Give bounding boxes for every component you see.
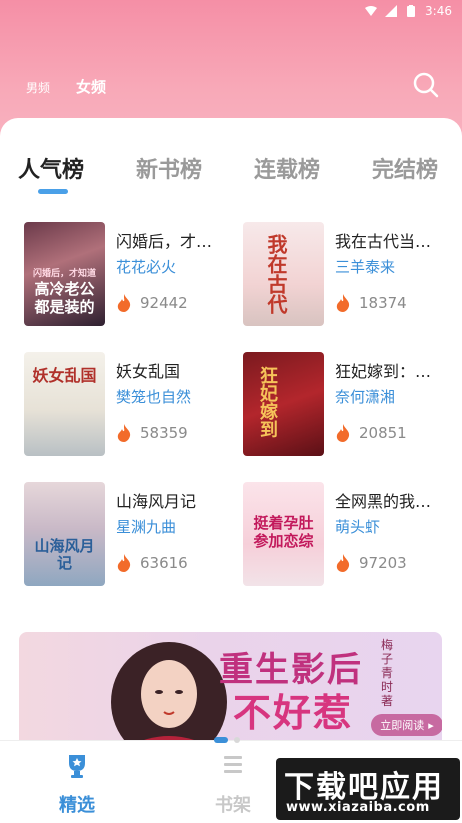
tab-popular[interactable]: 人气榜 xyxy=(18,152,84,192)
tab-new-books[interactable]: 新书榜 xyxy=(136,152,202,192)
wifi-icon xyxy=(365,5,378,17)
cover-title: 妖女乱国 xyxy=(32,366,97,385)
search-button[interactable] xyxy=(412,71,440,99)
tab-completed[interactable]: 完结榜 xyxy=(372,152,438,192)
watermark-url: www.xiazaiba.com xyxy=(286,800,430,815)
nav-label-bookshelf: 书架 xyxy=(215,795,251,816)
cover-title: 高冷老公都是装的 xyxy=(34,280,95,316)
watermark: 下载吧应用 www.xiazaiba.com xyxy=(276,758,460,820)
fire-icon xyxy=(117,424,131,442)
book-author[interactable]: 奈何潇湘 xyxy=(335,386,395,407)
play-arrow-icon: ▸ xyxy=(428,718,434,732)
heat-value: 58359 xyxy=(140,424,188,442)
gender-tabs: 男频 女频 xyxy=(26,76,106,97)
book-item[interactable]: 我在古代 我在古代当… 三羊泰来 18374 xyxy=(243,222,453,327)
tab-female[interactable]: 女频 xyxy=(76,76,106,97)
status-time: 3:46 xyxy=(425,4,452,18)
book-heat: 92442 xyxy=(116,294,188,312)
heat-value: 92442 xyxy=(140,294,188,312)
book-item[interactable]: 挺着孕肚参加恋综 全网黑的我… 萌头虾 97203 xyxy=(243,482,453,587)
book-item[interactable]: 闪婚后，才知道 高冷老公都是装的 闪婚后，才… 花花必火 92442 xyxy=(24,222,234,327)
cover-title: 山海风月记 xyxy=(34,537,95,572)
status-bar: 3:46 xyxy=(0,0,462,22)
signal-icon xyxy=(385,5,398,17)
pagination-dot-active[interactable] xyxy=(214,737,228,743)
book-heat: 63616 xyxy=(116,554,188,572)
book-item[interactable]: 狂妃嫁到 狂妃嫁到：… 奈何潇湘 20851 xyxy=(243,352,453,457)
book-heat: 97203 xyxy=(335,554,407,572)
book-heat: 18374 xyxy=(335,294,407,312)
book-title[interactable]: 闪婚后，才… xyxy=(116,228,228,252)
book-item[interactable]: 山海风月记 山海风月记 星渊九曲 63616 xyxy=(24,482,234,587)
book-cover[interactable]: 闪婚后，才知道 高冷老公都是装的 xyxy=(24,222,105,326)
book-title[interactable]: 妖女乱国 xyxy=(116,358,228,382)
cover-title: 挺着孕肚参加恋综 xyxy=(253,514,314,550)
heat-value: 63616 xyxy=(140,554,188,572)
search-icon xyxy=(413,72,439,98)
cover-subtitle: 闪婚后，才知道 xyxy=(32,269,96,279)
fire-icon xyxy=(117,294,131,312)
nav-label-featured: 精选 xyxy=(59,795,95,816)
book-author[interactable]: 星渊九曲 xyxy=(116,516,176,537)
banner-pagination xyxy=(214,737,240,743)
book-cover[interactable]: 挺着孕肚参加恋综 xyxy=(243,482,324,586)
fire-icon xyxy=(117,554,131,572)
book-cover[interactable]: 山海风月记 xyxy=(24,482,105,586)
book-heat: 20851 xyxy=(335,424,407,442)
trophy-icon xyxy=(69,755,85,778)
active-tab-indicator xyxy=(38,189,68,194)
banner-title-line2: 不好惹 xyxy=(233,690,354,735)
nav-featured[interactable]: 精选 xyxy=(37,751,117,817)
tab-male[interactable]: 男频 xyxy=(26,79,50,96)
read-now-label: 立即阅读 xyxy=(380,719,425,732)
book-heat: 58359 xyxy=(116,424,188,442)
promo-banner[interactable]: 重生影后 不好惹 梅子青时著 立即阅读 ▸ xyxy=(19,632,442,752)
fire-icon xyxy=(336,554,350,572)
banner-author: 梅子青时著 xyxy=(381,638,394,708)
book-cover[interactable]: 狂妃嫁到 xyxy=(243,352,324,456)
book-author[interactable]: 花花必火 xyxy=(116,256,176,277)
book-title[interactable]: 全网黑的我… xyxy=(335,488,447,512)
book-title[interactable]: 山海风月记 xyxy=(116,488,228,512)
book-title[interactable]: 狂妃嫁到：… xyxy=(335,358,447,382)
battery-icon xyxy=(405,5,417,17)
nav-bookshelf[interactable]: 书架 xyxy=(193,751,273,817)
heat-value: 97203 xyxy=(359,554,407,572)
fire-icon xyxy=(336,424,350,442)
bookshelf-icon xyxy=(224,756,242,773)
fire-icon xyxy=(336,294,350,312)
book-cover[interactable]: 我在古代 xyxy=(243,222,324,326)
heat-value: 18374 xyxy=(359,294,407,312)
book-author[interactable]: 樊笼也自然 xyxy=(116,386,191,407)
read-now-button[interactable]: 立即阅读 ▸ xyxy=(371,714,442,736)
heat-value: 20851 xyxy=(359,424,407,442)
rank-tabs: 人气榜 新书榜 连载榜 完结榜 xyxy=(18,152,462,192)
cover-title: 我在古代 xyxy=(264,234,288,314)
book-author[interactable]: 萌头虾 xyxy=(335,516,380,537)
tab-serializing[interactable]: 连载榜 xyxy=(254,152,320,192)
pagination-dot[interactable] xyxy=(234,737,240,743)
book-cover[interactable]: 妖女乱国 xyxy=(24,352,105,456)
cover-title: 狂妃嫁到 xyxy=(257,366,278,438)
book-author[interactable]: 三羊泰来 xyxy=(335,256,395,277)
book-item[interactable]: 妖女乱国 妖女乱国 樊笼也自然 58359 xyxy=(24,352,234,457)
book-title[interactable]: 我在古代当… xyxy=(335,228,447,252)
